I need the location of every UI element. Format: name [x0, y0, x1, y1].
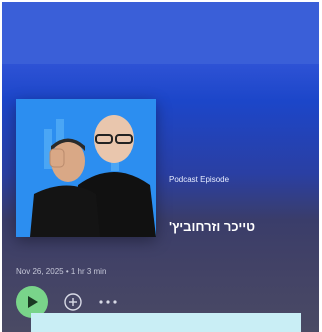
add-to-library-button[interactable]: [64, 293, 82, 311]
more-options-button[interactable]: [98, 295, 118, 309]
more-horizontal-icon: [99, 300, 117, 304]
episode-page: Podcast Episode טייכר וזרחוביץ' Nov 26, …: [2, 2, 319, 332]
play-icon: [28, 296, 38, 308]
cover-art: [16, 99, 156, 237]
episode-type-label: Podcast Episode: [169, 175, 230, 184]
episode-meta: Nov 26, 2025 • 1 hr 3 min: [16, 267, 107, 276]
episode-title: טייכר וזרחוביץ': [169, 219, 256, 234]
top-bar: [2, 2, 319, 64]
add-circle-icon: [64, 293, 82, 311]
bottom-overlay-panel: [31, 313, 301, 332]
cover-art-image: [16, 99, 156, 237]
